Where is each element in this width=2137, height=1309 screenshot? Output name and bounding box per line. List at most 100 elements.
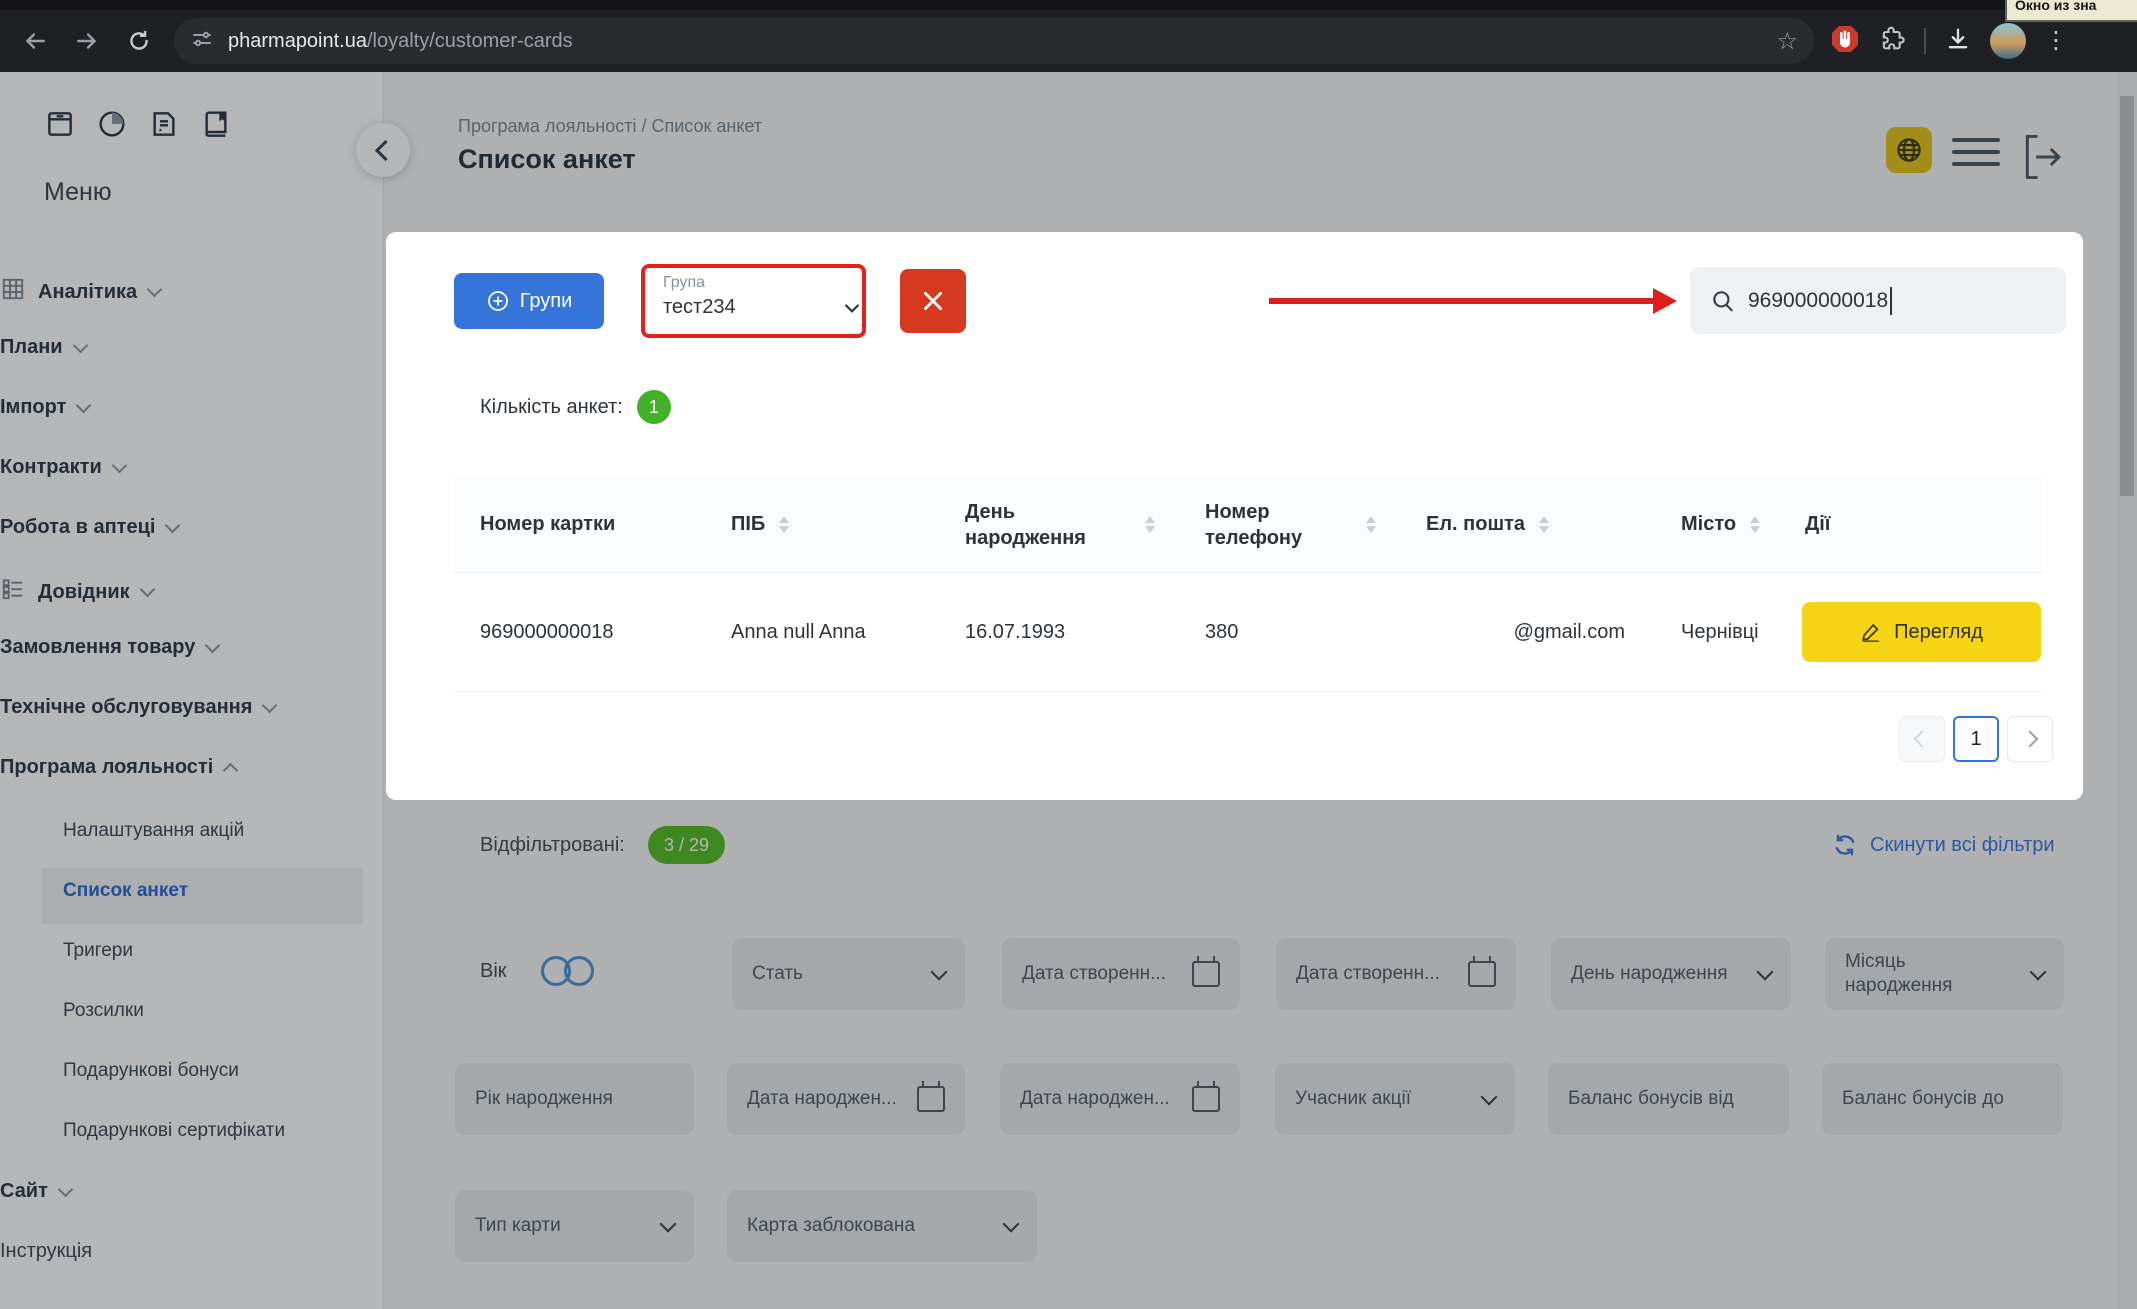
plus-circle-icon: [486, 289, 510, 313]
url-host: pharmapoint.ua: [228, 30, 367, 52]
infinity-icon[interactable]: [541, 956, 594, 986]
col-email[interactable]: Ел. пошта: [1400, 477, 1655, 572]
col-birthday[interactable]: День народження: [939, 477, 1179, 572]
search-input[interactable]: 969000000018: [1690, 267, 2066, 334]
refresh-icon[interactable]: [122, 24, 156, 58]
col-phone[interactable]: Номер телефону: [1179, 477, 1400, 572]
chevron-left-icon: [375, 139, 396, 160]
page-prev-button[interactable]: [1899, 716, 1945, 762]
filter-created-to[interactable]: Дата створенн...: [1276, 938, 1516, 1010]
sidebar-item-pharmacy-work[interactable]: Робота в аптеці: [0, 516, 178, 539]
chevron-down-icon: [147, 282, 163, 298]
filter-birth-day[interactable]: День народження: [1551, 938, 1791, 1010]
calendar-icon: [917, 1086, 945, 1112]
sidebar: Меню Аналітика Плани Імпорт Контракти Ро…: [0, 72, 384, 1309]
count-label: Кількість анкет:: [480, 396, 623, 419]
sidebar-item-directory[interactable]: Довідник: [0, 576, 153, 608]
browser-scrollbar[interactable]: [2117, 72, 2137, 1309]
col-city[interactable]: Місто: [1655, 477, 1779, 572]
back-icon[interactable]: [18, 24, 52, 58]
text-caret: [1890, 287, 1892, 315]
page-current[interactable]: 1: [1953, 716, 1999, 762]
filter-created-from[interactable]: Дата створенн...: [1002, 938, 1240, 1010]
breadcrumb: Програма лояльності / Список анкет: [458, 116, 762, 137]
extensions-puzzle-icon[interactable]: [1878, 25, 1906, 58]
cell-city: Чернівці: [1655, 621, 1779, 644]
bookmark-star-icon[interactable]: ☆: [1776, 27, 1798, 56]
sidebar-subitem-promo-settings[interactable]: Налаштування акцій: [63, 820, 244, 842]
reset-filters-link[interactable]: Скинути всі фільтри: [1832, 832, 2055, 858]
scrollbar-thumb[interactable]: [2120, 96, 2134, 496]
sort-icon[interactable]: [779, 516, 789, 533]
col-card-number: Номер картки: [454, 477, 705, 572]
chevron-down-icon: [2030, 963, 2047, 980]
language-globe-button[interactable]: [1886, 127, 1932, 173]
profile-avatar[interactable]: [1990, 23, 2026, 59]
sort-icon[interactable]: [1750, 516, 1760, 533]
chevron-down-icon: [842, 298, 862, 318]
sidebar-item-analytics[interactable]: Аналітика: [0, 276, 160, 308]
pie-chart-icon[interactable]: [96, 108, 128, 145]
page-next-button[interactable]: [2007, 716, 2053, 762]
group-select-label: Група: [663, 274, 876, 292]
menu-heading: Меню: [44, 178, 112, 207]
groups-button[interactable]: Групи: [454, 273, 604, 329]
menu-lines-button[interactable]: [1952, 138, 2000, 174]
forward-icon[interactable]: [70, 24, 104, 58]
annotation-red-box: Група тест234: [641, 264, 866, 338]
chevron-down-icon: [931, 963, 948, 980]
document-icon[interactable]: [148, 108, 180, 145]
filter-promo-participant[interactable]: Учасник акції: [1275, 1063, 1515, 1135]
sidebar-subitem-triggers[interactable]: Тригери: [63, 940, 133, 962]
filter-bonus-balance-from[interactable]: Баланс бонусів від: [1548, 1063, 1789, 1135]
archive-icon[interactable]: [44, 108, 76, 145]
view-button[interactable]: Перегляд: [1802, 602, 2041, 662]
book-icon[interactable]: [200, 108, 232, 145]
chevron-down-icon: [205, 637, 221, 653]
sidebar-subitem-gift-bonuses[interactable]: Подарункові бонуси: [63, 1060, 239, 1082]
cell-email: @gmail.com: [1400, 621, 1655, 644]
chevron-down-icon: [1757, 963, 1774, 980]
filter-bonus-balance-to[interactable]: Баланс бонусів до: [1822, 1063, 2063, 1135]
sidebar-collapse-button[interactable]: [356, 123, 410, 177]
site-info-icon[interactable]: [190, 27, 214, 56]
clear-group-button[interactable]: [900, 269, 966, 333]
page-content: Меню Аналітика Плани Імпорт Контракти Ро…: [0, 72, 2137, 1309]
sort-icon[interactable]: [1539, 516, 1549, 533]
sort-icon[interactable]: [1145, 516, 1155, 533]
sidebar-item-contracts[interactable]: Контракти: [0, 456, 125, 479]
group-select[interactable]: Група тест234: [647, 270, 876, 332]
logout-button[interactable]: [2020, 131, 2064, 188]
filter-card-type[interactable]: Тип карти: [455, 1190, 694, 1262]
sidebar-subitem-customer-cards[interactable]: Список анкет: [63, 880, 188, 902]
grid-icon: [0, 276, 26, 308]
customer-table: Номер картки ПІБ День народження Номер т…: [454, 477, 2042, 692]
sort-icon[interactable]: [1366, 516, 1376, 533]
filter-gender[interactable]: Стать: [732, 938, 965, 1010]
sidebar-item-loyalty-program[interactable]: Програма лояльності: [0, 756, 236, 779]
globe-icon: [1894, 135, 1924, 165]
filter-birthdate-to[interactable]: Дата народжен...: [1000, 1063, 1240, 1135]
chrome-menu-icon[interactable]: ⋮: [2044, 29, 2068, 53]
sidebar-subitem-mailings[interactable]: Розсилки: [63, 1000, 144, 1022]
annotation-arrow: [1269, 298, 1655, 304]
sidebar-item-plans[interactable]: Плани: [0, 336, 86, 359]
filter-birth-year[interactable]: Рік народження: [455, 1063, 694, 1135]
address-bar[interactable]: pharmapoint.ua/loyalty/customer-cards ☆: [174, 18, 1814, 64]
sidebar-item-instruction[interactable]: Інструкція: [0, 1240, 92, 1263]
col-name[interactable]: ПІБ: [705, 477, 939, 572]
downloads-icon[interactable]: [1944, 25, 1972, 58]
search-icon: [1710, 288, 1736, 314]
sidebar-item-import[interactable]: Імпорт: [0, 396, 89, 419]
adblock-extension-icon[interactable]: [1830, 24, 1860, 59]
sidebar-subitem-gift-certificates[interactable]: Подарункові сертифікати: [63, 1120, 285, 1142]
filter-birthdate-from[interactable]: Дата народжен...: [727, 1063, 965, 1135]
close-icon: [920, 288, 946, 314]
filtered-count-badge: 3 / 29: [648, 826, 725, 864]
cell-phone: 380: [1179, 621, 1400, 644]
filter-card-blocked[interactable]: Карта заблокована: [727, 1190, 1037, 1262]
sidebar-item-maintenance[interactable]: Технічне обслуговування: [0, 696, 275, 719]
sidebar-item-goods-order[interactable]: Замовлення товару: [0, 636, 218, 659]
sidebar-item-site[interactable]: Сайт: [0, 1180, 71, 1203]
filter-birth-month[interactable]: Місяць народження: [1825, 938, 2064, 1010]
